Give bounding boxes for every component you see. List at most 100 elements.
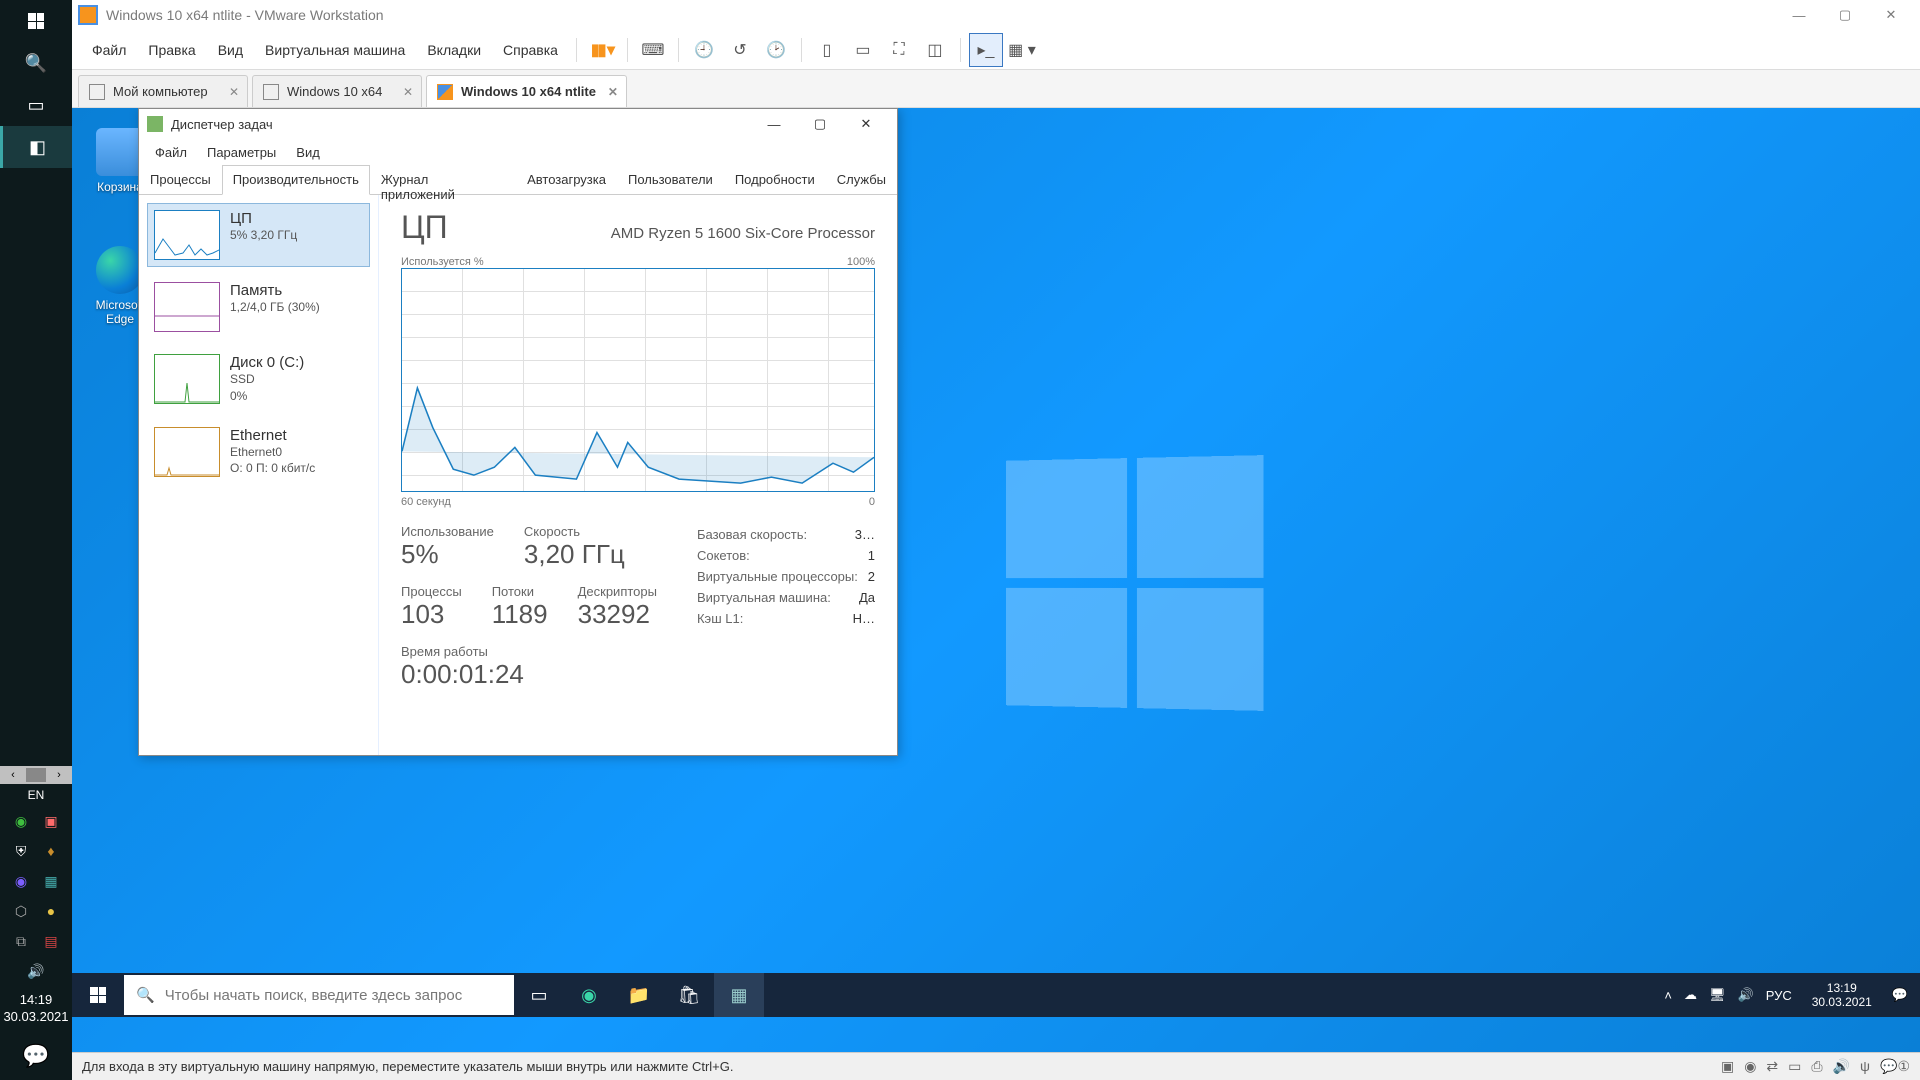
chart-xleft: 60 секунд	[401, 496, 451, 508]
guest-start-button[interactable]	[72, 973, 124, 1017]
kv-key: Сокетов:	[697, 548, 750, 563]
host-taskbar-scroll[interactable]: ‹›	[0, 766, 72, 784]
toolbar-stretch-icon[interactable]: ▦ ▾	[1005, 33, 1039, 67]
toolbar-revert-icon[interactable]: ↺	[723, 33, 757, 67]
tm-menu-file[interactable]: Файл	[147, 143, 195, 162]
tm-maximize-button[interactable]: ▢	[797, 109, 843, 139]
tm-tab-processes[interactable]: Процессы	[139, 165, 222, 194]
tray-utorrent-icon[interactable]: ◉	[10, 810, 32, 832]
tm-side-memory[interactable]: Память1,2/4,0 ГБ (30%)	[147, 275, 370, 339]
tab-vm-running-icon	[437, 84, 453, 100]
status-printer-icon[interactable]: ⎙	[1811, 1058, 1822, 1075]
guest-search-box[interactable]: 🔍Чтобы начать поиск, введите здесь запро…	[124, 975, 514, 1015]
guest-taskmanager-icon[interactable]: ▦	[714, 973, 764, 1017]
status-hdd-icon[interactable]: ▣	[1721, 1058, 1734, 1075]
menu-edit[interactable]: Правка	[138, 36, 205, 64]
tray-shield-icon[interactable]: ⬡	[10, 900, 32, 922]
guest-notifications-icon[interactable]: 💬	[1892, 987, 1908, 1003]
guest-store-icon[interactable]: 🛍	[664, 973, 714, 1017]
window-maximize-button[interactable]: ▢	[1822, 0, 1868, 30]
tray-red-icon[interactable]: ▤	[40, 930, 62, 952]
tray-defender-icon[interactable]: ⛨	[10, 840, 32, 862]
tray-monitor-icon[interactable]: ▦	[40, 870, 62, 892]
host-language-indicator[interactable]: EN	[0, 784, 72, 806]
tray-copy-icon[interactable]: ⧉	[10, 930, 32, 952]
toolbar-pause-button[interactable]: ▮▮ ▾	[585, 33, 619, 67]
toolbar-unity-icon[interactable]: ◫	[918, 33, 952, 67]
tm-close-button[interactable]: ✕	[843, 109, 889, 139]
guest-clock[interactable]: 13:19 30.03.2021	[1804, 981, 1880, 1010]
guest-taskview-icon[interactable]: ▭	[514, 973, 564, 1017]
window-close-button[interactable]: ✕	[1868, 0, 1914, 30]
tm-main-heading: ЦП	[401, 209, 448, 246]
tm-tab-apphistory[interactable]: Журнал приложений	[370, 165, 516, 194]
toolbar-console-icon[interactable]: ▸_	[969, 33, 1003, 67]
tray-onedrive-icon[interactable]: ☁	[1684, 987, 1697, 1003]
window-minimize-button[interactable]: —	[1776, 0, 1822, 30]
task-manager-titlebar[interactable]: Диспетчер задач — ▢ ✕	[139, 109, 897, 139]
host-clock[interactable]: 14:19 30.03.2021	[0, 986, 72, 1032]
tm-tab-details[interactable]: Подробности	[724, 165, 826, 194]
guest-edge-icon[interactable]: ◉	[564, 973, 614, 1017]
tray-network-icon[interactable]: 🖥	[1709, 987, 1726, 1003]
tab-close-icon[interactable]: ✕	[403, 85, 413, 99]
tm-tab-startup[interactable]: Автозагрузка	[516, 165, 617, 194]
guest-language-indicator[interactable]: РУС	[1766, 988, 1792, 1003]
menu-vm[interactable]: Виртуальная машина	[255, 36, 415, 64]
status-usb-icon[interactable]: ψ	[1860, 1058, 1870, 1075]
menu-file[interactable]: Файл	[82, 36, 136, 64]
vmware-tab-mycomputer[interactable]: Мой компьютер✕	[78, 75, 248, 107]
host-vmware-task-icon[interactable]: ◧	[0, 126, 72, 168]
tab-close-icon[interactable]: ✕	[608, 85, 618, 99]
vmware-tab-win10ntlite[interactable]: Windows 10 x64 ntlite✕	[426, 75, 627, 107]
toolbar-layout1-icon[interactable]: ▯	[810, 33, 844, 67]
host-taskview-icon[interactable]: ▭	[0, 84, 72, 126]
toolbar-layout2-icon[interactable]: ▭	[846, 33, 880, 67]
chart-xright: 0	[869, 496, 875, 508]
menu-view[interactable]: Вид	[208, 36, 253, 64]
host-notifications-icon[interactable]: 💬	[0, 1032, 72, 1080]
tray-app-icon[interactable]: ▣	[40, 810, 62, 832]
menu-help[interactable]: Справка	[493, 36, 568, 64]
stat-speed-label: Скорость	[524, 524, 625, 539]
status-cd-icon[interactable]: ◉	[1744, 1058, 1756, 1075]
toolbar-fullscreen-icon[interactable]: ⛶	[882, 33, 916, 67]
tray-flame-icon[interactable]: ♦	[40, 840, 62, 862]
status-sound-icon[interactable]: 🔊	[1833, 1058, 1850, 1075]
task-manager-window: Диспетчер задач — ▢ ✕ Файл Параметры Вид…	[138, 108, 898, 756]
status-net-icon[interactable]: ⇄	[1766, 1058, 1778, 1075]
tab-close-icon[interactable]: ✕	[229, 85, 239, 99]
guest-explorer-icon[interactable]: 📁	[614, 973, 664, 1017]
tm-side-disk[interactable]: Диск 0 (C:)SSD0%	[147, 347, 370, 412]
status-message-icon[interactable]: 💬①	[1880, 1058, 1910, 1075]
tm-tab-performance[interactable]: Производительность	[222, 165, 370, 195]
vmware-tab-win10[interactable]: Windows 10 x64✕	[252, 75, 422, 107]
tray-chevron-up-icon[interactable]: ˄	[1664, 988, 1672, 1003]
vm-guest-display[interactable]: Корзина Microsoft Edge Диспетчер задач —…	[72, 108, 1920, 1052]
kv-val: Н…	[853, 611, 875, 626]
tray-volume-icon[interactable]: 🔊	[25, 960, 47, 982]
menu-tabs[interactable]: Вкладки	[417, 36, 491, 64]
tm-side-ethernet[interactable]: EthernetEthernet0О: 0 П: 0 кбит/с	[147, 420, 370, 485]
stat-handles-label: Дескрипторы	[578, 584, 657, 599]
tm-menu-view[interactable]: Вид	[288, 143, 328, 162]
status-display-icon[interactable]: ▭	[1788, 1058, 1801, 1075]
search-placeholder: Чтобы начать поиск, введите здесь запрос	[165, 987, 463, 1004]
tm-menu-options[interactable]: Параметры	[199, 143, 284, 162]
host-start-button[interactable]	[0, 0, 72, 42]
guest-taskbar: 🔍Чтобы начать поиск, введите здесь запро…	[72, 973, 1920, 1017]
vmware-titlebar[interactable]: Windows 10 x64 ntlite - VMware Workstati…	[72, 0, 1920, 30]
tray-viber-icon[interactable]: ◉	[10, 870, 32, 892]
toolbar-snapshot-icon[interactable]: 🕘	[687, 33, 721, 67]
tm-tab-users[interactable]: Пользователи	[617, 165, 724, 194]
edge-icon	[96, 246, 144, 294]
tm-side-cpu[interactable]: ЦП5% 3,20 ГГц	[147, 203, 370, 267]
toolbar-manage-snapshots-icon[interactable]: 🕑	[759, 33, 793, 67]
vmware-window: Windows 10 x64 ntlite - VMware Workstati…	[72, 0, 1920, 1080]
tm-tab-services[interactable]: Службы	[826, 165, 897, 194]
host-search-icon[interactable]: 🔍	[0, 42, 72, 84]
tray-volume-icon[interactable]: 🔊	[1738, 987, 1754, 1003]
tray-coin-icon[interactable]: ●	[40, 900, 62, 922]
toolbar-send-ctrlaltdel-icon[interactable]: ⌨	[636, 33, 670, 67]
tm-minimize-button[interactable]: —	[751, 109, 797, 139]
